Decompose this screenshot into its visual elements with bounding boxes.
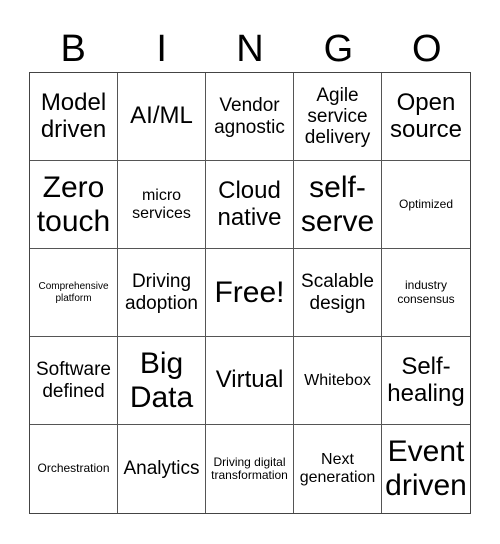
bingo-cell[interactable]: Software defined xyxy=(30,337,118,425)
header-letter-b: B xyxy=(60,28,86,70)
bingo-cell[interactable]: Agile service delivery xyxy=(294,73,382,161)
bingo-cell[interactable]: Driving digital transformation xyxy=(206,425,294,513)
bingo-cell[interactable]: self-serve xyxy=(294,161,382,249)
bingo-cell[interactable]: Vendor agnostic xyxy=(206,73,294,161)
bingo-cell[interactable]: Optimized xyxy=(382,161,470,249)
header-letter-o: O xyxy=(412,28,442,70)
bingo-cell[interactable]: Driving adoption xyxy=(118,249,206,337)
bingo-cell[interactable]: Open source xyxy=(382,73,470,161)
bingo-cell[interactable]: Scalable design xyxy=(294,249,382,337)
bingo-cell[interactable]: Virtual xyxy=(206,337,294,425)
bingo-cell[interactable]: Zero touch xyxy=(30,161,118,249)
bingo-cell[interactable]: Self-healing xyxy=(382,337,470,425)
header-letter-i: I xyxy=(156,28,167,70)
bingo-cell[interactable]: Orchestration xyxy=(30,425,118,513)
bingo-cell[interactable]: AI/ML xyxy=(118,73,206,161)
bingo-cell[interactable]: Next generation xyxy=(294,425,382,513)
header-letter-g: G xyxy=(323,28,354,70)
bingo-cell[interactable]: Big Data xyxy=(118,337,206,425)
bingo-cell[interactable]: industry consensus xyxy=(382,249,470,337)
bingo-cell[interactable]: Event driven xyxy=(382,425,470,513)
bingo-cell[interactable]: Whitebox xyxy=(294,337,382,425)
bingo-cell[interactable]: micro services xyxy=(118,161,206,249)
bingo-cell[interactable]: Cloud native xyxy=(206,161,294,249)
bingo-cell[interactable]: Comprehensive platform xyxy=(30,249,118,337)
bingo-cell-free[interactable]: Free! xyxy=(206,249,294,337)
header-letter-n: N xyxy=(236,28,264,70)
bingo-cell[interactable]: Model driven xyxy=(30,73,118,161)
bingo-cell[interactable]: Analytics xyxy=(118,425,206,513)
bingo-grid: Model driven AI/ML Vendor agnostic Agile… xyxy=(29,72,471,514)
bingo-header: B I N G O xyxy=(29,26,471,72)
